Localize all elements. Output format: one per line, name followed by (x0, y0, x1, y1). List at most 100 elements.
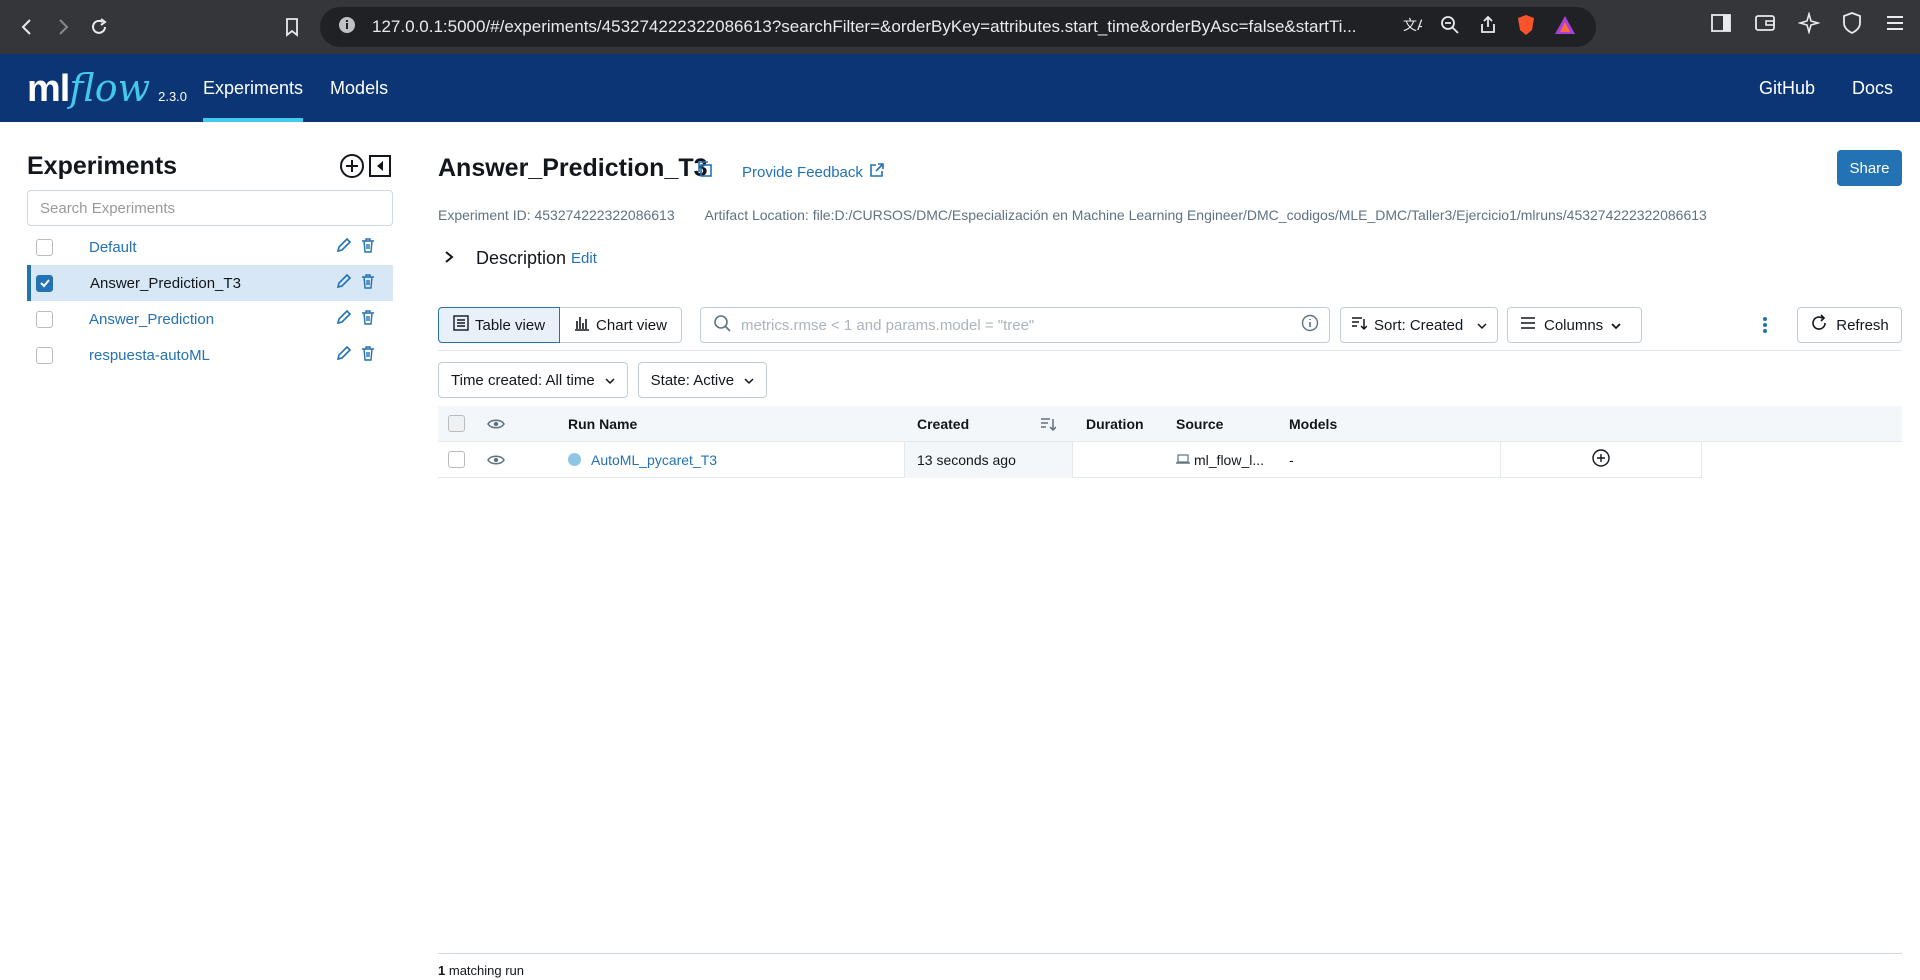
edit-icon[interactable] (336, 273, 352, 294)
table-view-button[interactable]: Table view (438, 307, 561, 343)
sort-icon (1351, 315, 1368, 335)
search-experiments-input[interactable]: Search Experiments (27, 190, 393, 226)
refresh-label: Refresh (1836, 316, 1889, 334)
column-header-duration[interactable]: Duration (1086, 406, 1144, 442)
sort-label: Sort: Created (1374, 316, 1464, 334)
experiments-sidebar: Experiments Search Experiments Default A… (27, 122, 393, 980)
time-created-label: Time created: All time (451, 371, 595, 389)
description-edit-link[interactable]: Edit (571, 250, 597, 267)
chart-view-label: Chart view (596, 316, 667, 334)
experiment-name[interactable]: Answer_Prediction_T3 (90, 275, 241, 292)
experiment-item-respuesta-automl[interactable]: respuesta-autoML (27, 337, 393, 373)
time-created-dropdown[interactable]: Time created: All time (438, 362, 628, 398)
experiment-checkbox-checked[interactable] (36, 274, 53, 292)
chevron-down-icon (605, 372, 615, 389)
copy-icon[interactable] (696, 160, 714, 183)
experiment-item-answer-prediction-t3[interactable]: Answer_Prediction_T3 (27, 265, 393, 301)
laptop-icon (1176, 452, 1190, 468)
forward-icon[interactable] (45, 9, 81, 45)
chevron-down-icon (744, 372, 754, 389)
info-icon[interactable] (1301, 314, 1319, 337)
bookmark-icon[interactable] (274, 9, 310, 45)
trash-icon[interactable] (361, 345, 375, 366)
column-header-created[interactable]: Created (917, 406, 969, 442)
runs-search-input[interactable]: metrics.rmse < 1 and params.model = "tre… (700, 307, 1330, 343)
create-experiment-icon[interactable] (339, 153, 365, 184)
zoom-icon[interactable] (1440, 15, 1460, 40)
search-icon (713, 314, 731, 337)
state-dropdown[interactable]: State: Active (637, 362, 768, 398)
experiment-item-answer-prediction[interactable]: Answer_Prediction (27, 301, 393, 337)
column-header-source[interactable]: Source (1176, 406, 1223, 442)
column-header-models[interactable]: Models (1289, 406, 1337, 442)
logo-ml-text: ml (27, 67, 70, 110)
experiment-checkbox[interactable] (36, 238, 53, 256)
artifact-location: Artifact Location: file:D:/CURSOS/DMC/Es… (704, 207, 1707, 223)
sort-desc-icon[interactable] (1040, 406, 1056, 442)
columns-dropdown[interactable]: Columns (1507, 307, 1642, 343)
trash-icon[interactable] (361, 309, 375, 330)
add-column-cell (1500, 441, 1702, 478)
chart-view-button[interactable]: Chart view (560, 307, 682, 343)
refresh-icon (1810, 314, 1828, 336)
table-row[interactable]: AutoML_pycaret_T3 13 seconds ago ml_flow… (438, 441, 1702, 478)
nav-experiments[interactable]: Experiments (203, 54, 304, 122)
menu-icon[interactable] (1884, 13, 1906, 38)
experiment-list: Default Answer_Prediction_T3 Answer_Pred… (27, 229, 393, 373)
trash-icon[interactable] (361, 237, 375, 258)
experiment-item-default[interactable]: Default (27, 229, 393, 265)
trash-icon[interactable] (361, 273, 375, 294)
run-filters: Time created: All time State: Active (438, 362, 768, 398)
version-label: 2.3.0 (158, 88, 188, 104)
run-count: 1 (438, 963, 446, 978)
experiment-name[interactable]: Default (89, 239, 137, 256)
run-color-dot[interactable] (568, 453, 581, 466)
wallet-icon[interactable] (1754, 13, 1776, 38)
mlflow-logo[interactable]: ml flow 2.3.0 (27, 66, 203, 111)
url-text[interactable]: 127.0.0.1:5000/#/experiments/45327422232… (372, 17, 1382, 37)
brave-shield-icon[interactable] (1516, 14, 1536, 41)
nav-models[interactable]: Models (330, 54, 388, 122)
column-header-run-name[interactable]: Run Name (568, 406, 637, 442)
edit-icon[interactable] (336, 237, 352, 258)
state-label: State: Active (650, 371, 735, 389)
address-bar[interactable]: 127.0.0.1:5000/#/experiments/45327422232… (320, 7, 1596, 47)
edit-icon[interactable] (336, 309, 352, 330)
reload-icon[interactable] (81, 9, 117, 45)
share-button[interactable]: Share (1837, 150, 1902, 186)
brave-rewards-icon[interactable] (1554, 15, 1576, 40)
back-icon[interactable] (9, 9, 45, 45)
leo-ai-icon[interactable] (1797, 11, 1821, 39)
eye-icon[interactable] (487, 442, 505, 478)
vpn-icon[interactable] (1842, 12, 1862, 39)
github-link[interactable]: GitHub (1759, 78, 1815, 99)
select-all-checkbox[interactable] (448, 406, 465, 442)
row-checkbox[interactable] (448, 442, 465, 478)
provide-feedback-link[interactable]: Provide Feedback (742, 162, 885, 182)
experiment-name[interactable]: respuesta-autoML (89, 347, 210, 364)
more-options-icon[interactable] (1762, 315, 1768, 340)
experiment-checkbox[interactable] (36, 310, 53, 328)
share-page-icon[interactable] (1478, 15, 1498, 40)
edit-icon[interactable] (336, 345, 352, 366)
site-info-icon[interactable] (338, 16, 356, 39)
add-column-icon[interactable] (1591, 448, 1611, 471)
source-link[interactable]: ml_flow_l... (1194, 452, 1264, 468)
sidebar-toggle-icon[interactable] (1710, 13, 1732, 38)
view-mode-toggle: Table view Chart view (438, 307, 682, 343)
translate-icon[interactable]: 文A (1402, 15, 1427, 40)
sort-dropdown[interactable]: Sort: Created (1340, 307, 1498, 343)
feedback-label: Provide Feedback (742, 163, 863, 181)
experiment-metadata: Experiment ID: 453274222322086613 Artifa… (438, 207, 1707, 223)
table-icon (453, 315, 469, 335)
docs-link[interactable]: Docs (1852, 78, 1893, 99)
refresh-button[interactable]: Refresh (1797, 307, 1902, 343)
experiment-checkbox[interactable] (36, 346, 53, 364)
chevron-right-icon[interactable] (444, 248, 458, 269)
experiment-name[interactable]: Answer_Prediction (89, 311, 214, 328)
description-section[interactable]: Description Edit (438, 248, 597, 269)
collapse-sidebar-icon[interactable] (367, 153, 393, 184)
eye-icon[interactable] (487, 406, 505, 442)
run-name-link[interactable]: AutoML_pycaret_T3 (591, 452, 717, 468)
columns-label: Columns (1544, 316, 1604, 334)
